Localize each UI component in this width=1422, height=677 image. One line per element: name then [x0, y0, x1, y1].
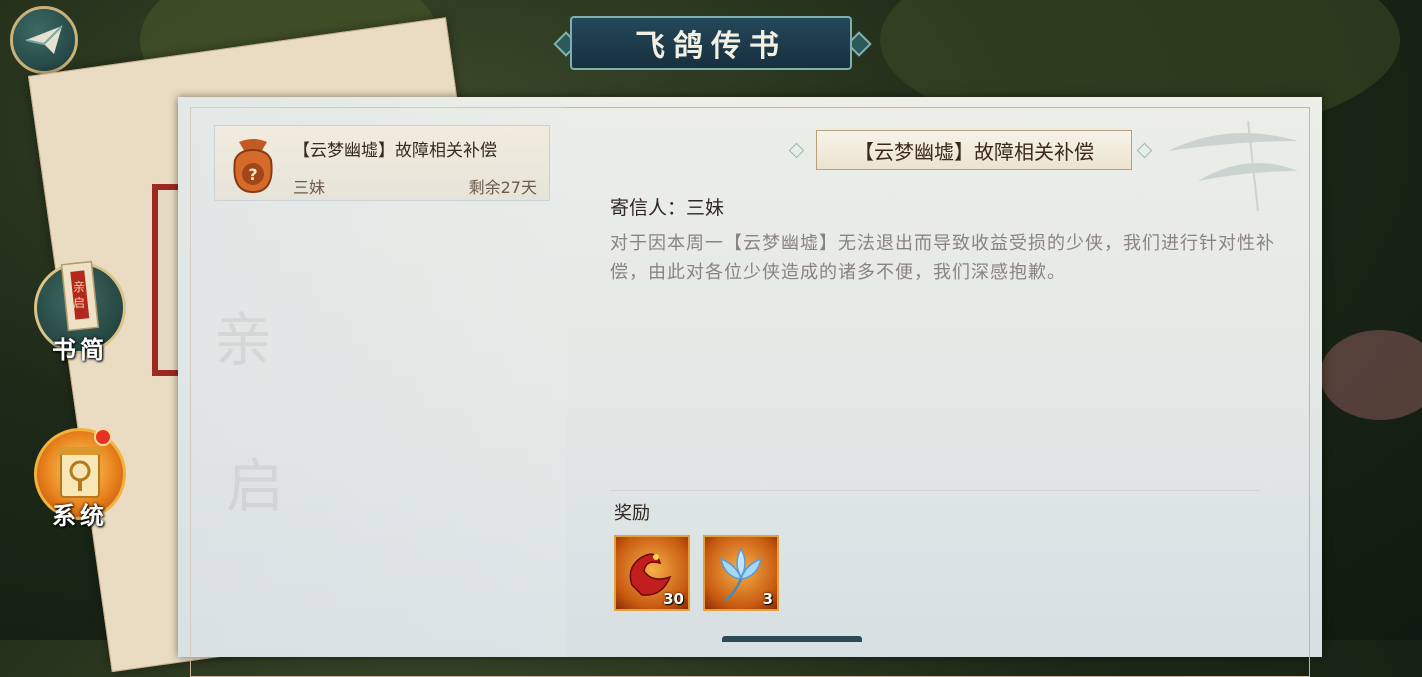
- reward-item-slot[interactable]: 30: [614, 535, 690, 611]
- divider: [610, 490, 1260, 491]
- mail-detail-title: 【云梦幽墟】故障相关补偿: [816, 130, 1132, 170]
- mail-detail-body: 对于因本周一【云梦幽墟】无法退出而导致收益受损的少侠，我们进行针对性补偿，由此对…: [610, 233, 1275, 283]
- reward-item-slot[interactable]: 3: [703, 535, 779, 611]
- tab-system-label: 系统: [52, 501, 108, 530]
- bottom-button-edge[interactable]: [722, 636, 862, 642]
- reward-count: 30: [663, 590, 684, 608]
- tab-badge-text: 亲启: [73, 280, 86, 310]
- paper-plane-back-icon: [25, 25, 63, 54]
- bamboo-leaf-decoration: [1168, 120, 1298, 212]
- reward-count: 3: [762, 590, 773, 608]
- page-title: 飞鸽传书: [570, 16, 852, 70]
- mystery-bag-icon: ?: [233, 139, 273, 194]
- background-blossom: [1320, 330, 1422, 420]
- back-button[interactable]: [10, 6, 78, 74]
- mail-list-item[interactable]: ? 【云梦幽墟】故障相关补偿 三妹 剩余27天: [214, 125, 550, 201]
- mail-list: 亲 启 ? 【云梦幽墟】故障相关补偿 三妹 剩余27天: [178, 97, 566, 657]
- watermark-char: 亲: [214, 306, 273, 374]
- svg-text:?: ?: [248, 165, 257, 184]
- mail-sender: 三妹: [293, 178, 326, 197]
- tab-letters-label: 书简: [52, 335, 108, 364]
- rewards-heading: 奖励: [614, 503, 650, 524]
- mail-panel: 亲 启 ? 【云梦幽墟】故障相关补偿 三妹 剩余27天 【云梦幽墟】故障相关补偿…: [178, 97, 1322, 677]
- mail-remaining-days: 剩余27天: [468, 178, 537, 197]
- notification-dot: [94, 428, 112, 446]
- watermark-char: 启: [226, 452, 285, 520]
- mail-subject: 【云梦幽墟】故障相关补偿: [293, 141, 497, 161]
- mail-detail-sender: 寄信人：三妹: [610, 197, 725, 219]
